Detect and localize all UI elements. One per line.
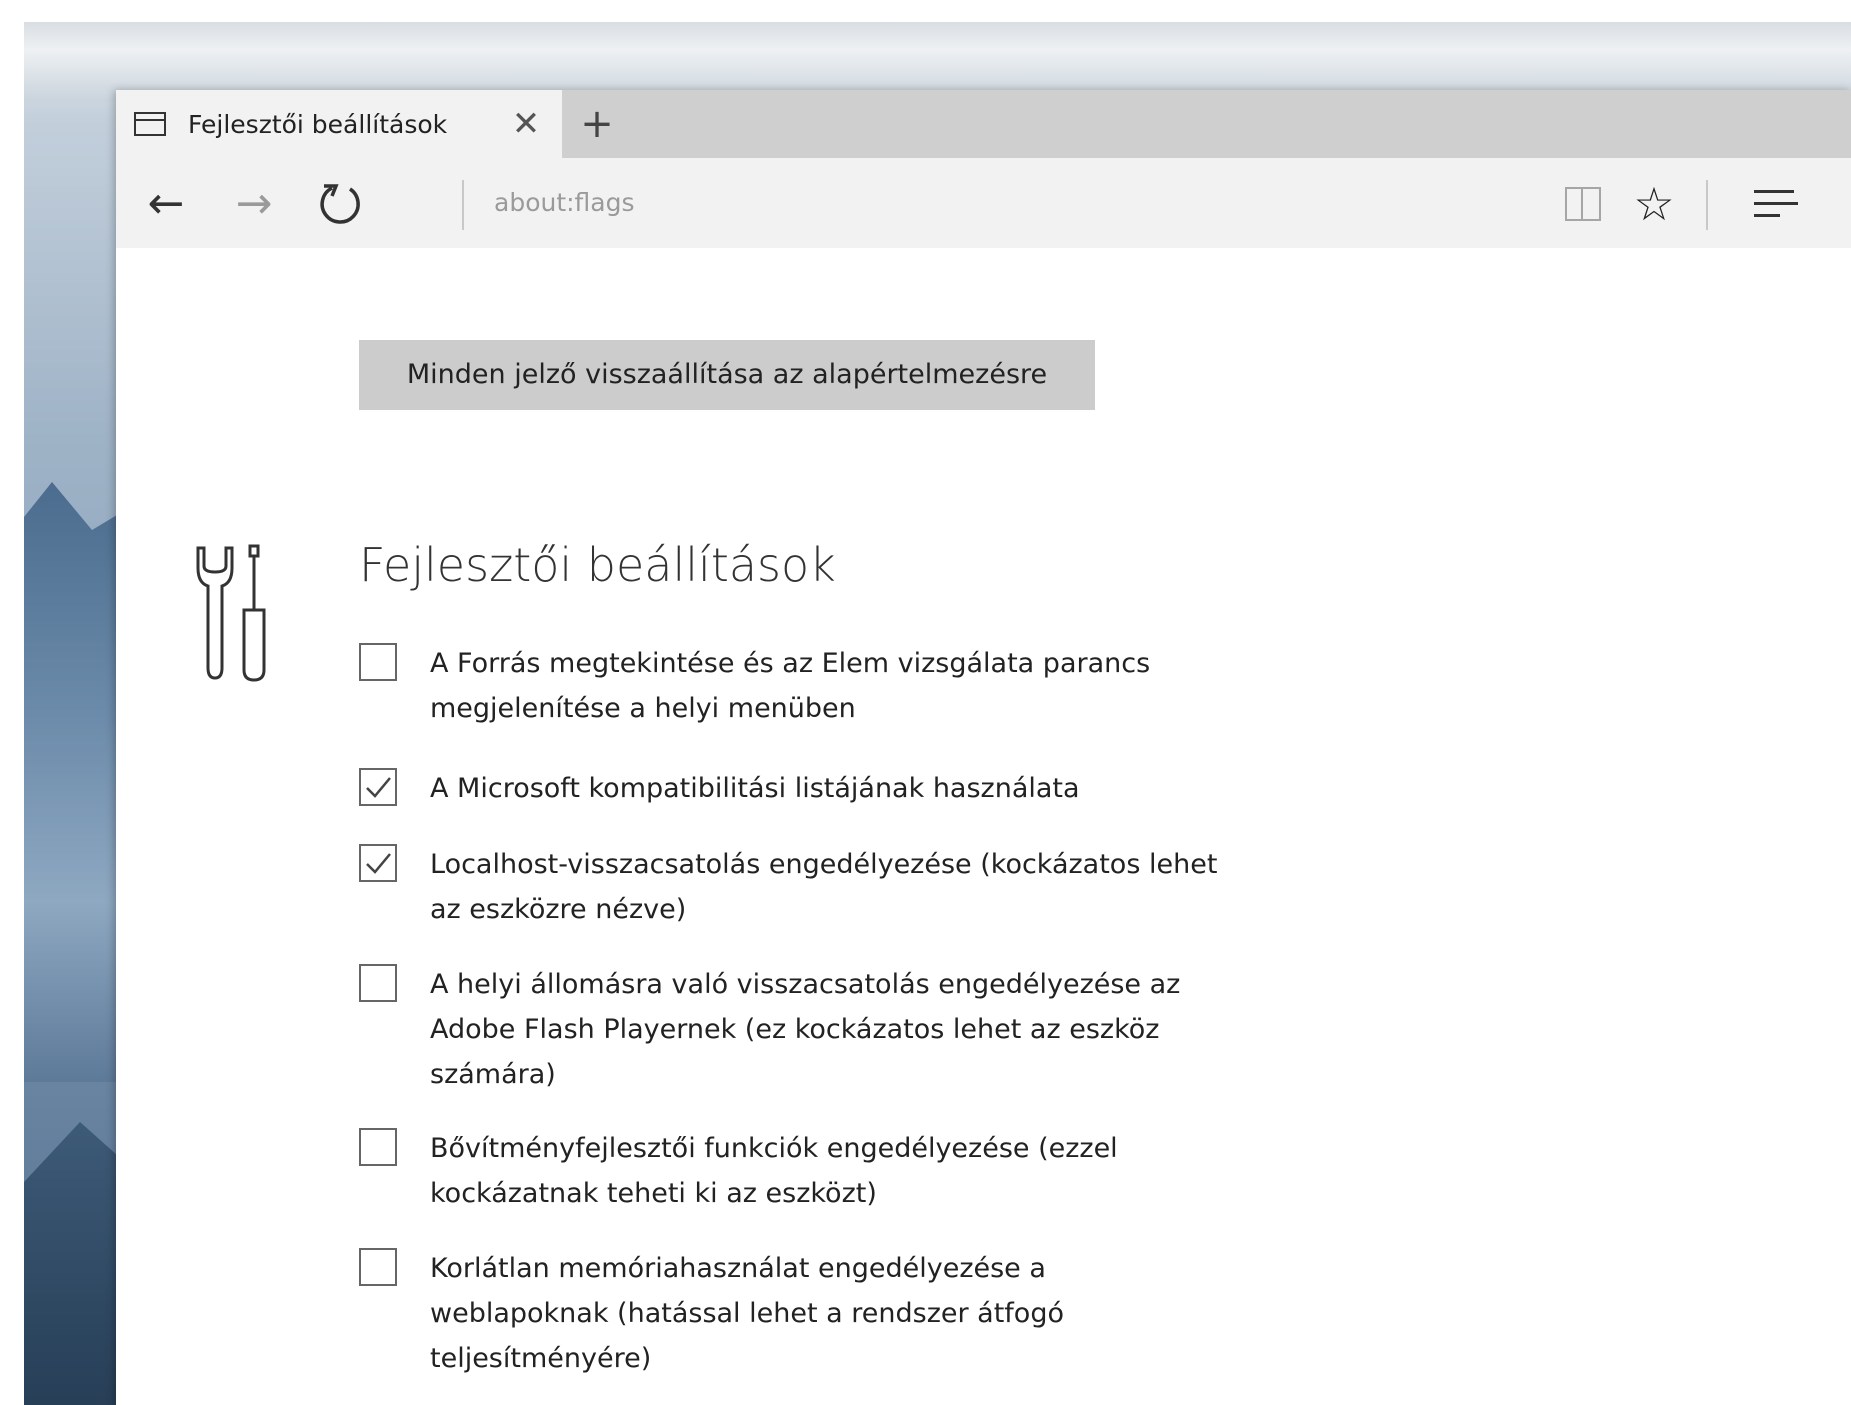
- navigation-bar: ← → ☆: [116, 158, 1851, 249]
- flag-checkbox[interactable]: [359, 1128, 397, 1166]
- flag-label: A Microsoft kompatibilitási listájának h…: [430, 773, 1080, 804]
- arrow-right-icon[interactable]: →: [226, 176, 282, 232]
- flag-checkbox[interactable]: [359, 1248, 397, 1286]
- address-bar[interactable]: [494, 182, 1194, 222]
- flag-checkbox[interactable]: [359, 964, 397, 1002]
- tab-active[interactable]: Fejlesztői beállítások ✕: [116, 90, 562, 158]
- section-title: Fejlesztői beállítások: [359, 538, 836, 592]
- wrench-screwdriver-icon: [196, 544, 266, 682]
- reset-flags-button[interactable]: Minden jelző visszaállítása az alapértel…: [359, 340, 1095, 410]
- reading-view-icon[interactable]: [1565, 187, 1601, 221]
- plus-icon[interactable]: +: [574, 102, 620, 148]
- page-content: Minden jelző visszaállítása az alapértel…: [116, 248, 1851, 1405]
- checkmark-icon: [366, 853, 391, 874]
- page-icon: [134, 112, 166, 136]
- tab-bar: Fejlesztői beállítások ✕ +: [116, 90, 1851, 158]
- arrow-left-icon[interactable]: ←: [138, 176, 194, 232]
- flag-label: A helyi állomásra való visszacsatolás en…: [430, 969, 1181, 1090]
- flag-checkbox[interactable]: [359, 844, 397, 882]
- flag-label: A Forrás megtekintése és az Elem vizsgál…: [430, 648, 1151, 724]
- close-icon[interactable]: ✕: [506, 104, 546, 144]
- flag-label: Localhost-visszacsatolás engedélyezése (…: [430, 849, 1218, 925]
- flag-checkbox[interactable]: [359, 768, 397, 806]
- checkmark-icon: [366, 777, 391, 798]
- flag-checkbox[interactable]: [359, 643, 397, 681]
- refresh-icon[interactable]: [312, 176, 368, 232]
- toolbar-separator: [1706, 180, 1708, 230]
- address-separator: [462, 180, 464, 230]
- tab-title: Fejlesztői beállítások: [188, 110, 448, 139]
- star-icon[interactable]: ☆: [1626, 176, 1682, 232]
- browser-window: Fejlesztői beállítások ✕ + ← → ☆ Minden …: [116, 90, 1851, 1405]
- hub-menu-icon[interactable]: [1754, 182, 1802, 226]
- flag-label: Bővítményfejlesztői funkciók engedélyezé…: [430, 1133, 1118, 1209]
- flag-label: Korlátlan memóriahasználat engedélyezése…: [430, 1253, 1064, 1374]
